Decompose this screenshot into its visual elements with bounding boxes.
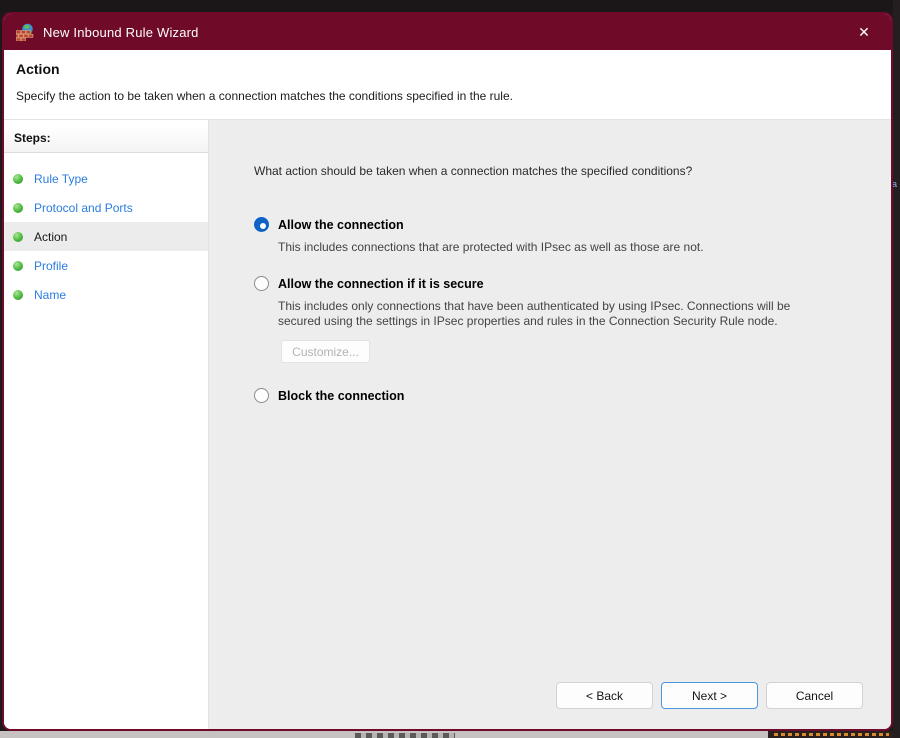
step-label: Protocol and Ports bbox=[34, 201, 133, 215]
wizard-content-panel: What action should be taken when a conne… bbox=[209, 120, 891, 729]
option-description: This includes connections that are prote… bbox=[278, 240, 704, 254]
green-dot-icon bbox=[13, 174, 23, 184]
next-button[interactable]: Next > bbox=[661, 682, 758, 709]
sidebar-item-profile[interactable]: Profile bbox=[4, 251, 208, 280]
desktop-background-top bbox=[0, 0, 900, 12]
option-block-the-connection[interactable]: Block the connection bbox=[254, 387, 861, 405]
radio-allow-connection[interactable] bbox=[254, 217, 269, 232]
wizard-page-header: Action Specify the action to be taken wh… bbox=[4, 50, 891, 120]
step-label: Profile bbox=[34, 259, 68, 273]
option-allow-if-secure[interactable]: Allow the connection if it is secure Thi… bbox=[254, 275, 861, 328]
green-dot-icon bbox=[13, 290, 23, 300]
step-label: Name bbox=[34, 288, 66, 302]
green-dot-icon bbox=[13, 203, 23, 213]
option-allow-the-connection[interactable]: Allow the connection This includes conne… bbox=[254, 216, 861, 254]
option-label[interactable]: Allow the connection if it is secure bbox=[278, 277, 484, 291]
step-label: Action bbox=[34, 230, 67, 244]
background-app-text-fragment: a bbox=[892, 179, 900, 189]
action-question: What action should be taken when a conne… bbox=[254, 164, 861, 178]
desktop-background-right bbox=[893, 0, 900, 738]
window-title: New Inbound Rule Wizard bbox=[43, 25, 847, 40]
step-label: Rule Type bbox=[34, 172, 88, 186]
cancel-button[interactable]: Cancel bbox=[766, 682, 863, 709]
close-icon[interactable]: ✕ bbox=[847, 18, 881, 46]
page-description: Specify the action to be taken when a co… bbox=[16, 89, 877, 103]
steps-list: Rule Type Protocol and Ports Action Prof… bbox=[4, 164, 208, 309]
sidebar-item-name[interactable]: Name bbox=[4, 280, 208, 309]
radio-block-connection[interactable] bbox=[254, 388, 269, 403]
background-statusbar-fragment bbox=[768, 731, 893, 738]
option-label[interactable]: Block the connection bbox=[278, 389, 404, 403]
desktop-background-bottom bbox=[0, 731, 893, 738]
windows-firewall-icon bbox=[16, 23, 34, 41]
option-label[interactable]: Allow the connection bbox=[278, 218, 404, 232]
wizard-body: Steps: Rule Type Protocol and Ports Acti… bbox=[4, 120, 891, 729]
steps-sidebar: Steps: Rule Type Protocol and Ports Acti… bbox=[4, 120, 209, 729]
radio-allow-if-secure[interactable] bbox=[254, 276, 269, 291]
back-button[interactable]: < Back bbox=[556, 682, 653, 709]
steps-heading: Steps: bbox=[4, 127, 208, 153]
background-text-smudge bbox=[355, 733, 455, 738]
green-dot-icon bbox=[13, 232, 23, 242]
page-title: Action bbox=[16, 61, 877, 77]
option-description: This includes only connections that have… bbox=[278, 299, 823, 328]
sidebar-item-rule-type[interactable]: Rule Type bbox=[4, 164, 208, 193]
sidebar-item-protocol-and-ports[interactable]: Protocol and Ports bbox=[4, 193, 208, 222]
wizard-footer-buttons: < Back Next > Cancel bbox=[556, 682, 863, 709]
sidebar-item-action[interactable]: Action bbox=[4, 222, 208, 251]
background-orange-text-marks bbox=[774, 733, 889, 736]
title-bar[interactable]: New Inbound Rule Wizard ✕ bbox=[4, 14, 891, 50]
green-dot-icon bbox=[13, 261, 23, 271]
customize-button: Customize... bbox=[281, 340, 370, 363]
new-inbound-rule-wizard-dialog: New Inbound Rule Wizard ✕ Action Specify… bbox=[2, 12, 893, 731]
